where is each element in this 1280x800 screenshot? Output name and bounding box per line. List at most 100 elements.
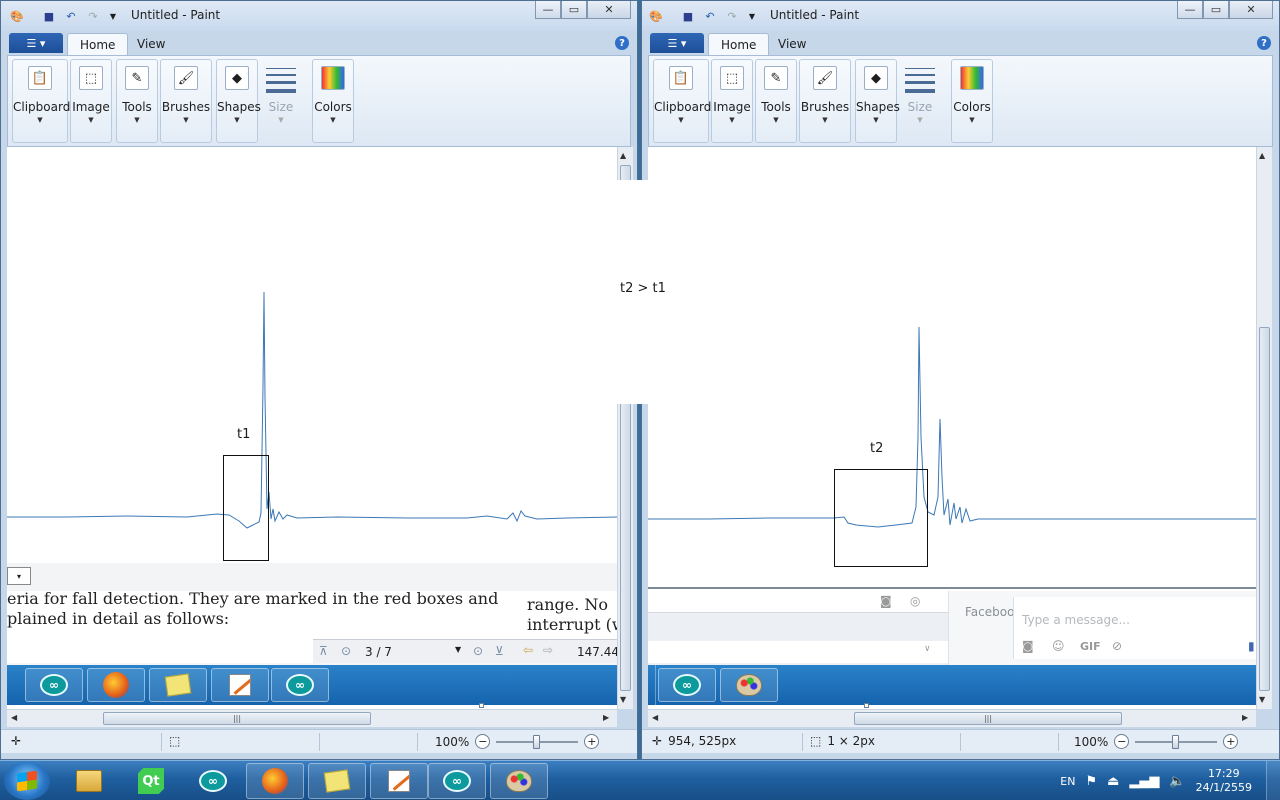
- colors-group[interactable]: Colors ▼: [951, 59, 993, 143]
- undo-icon[interactable]: ↶: [63, 9, 79, 23]
- window-controls: — ▭ ✕: [1177, 1, 1273, 19]
- scroll-thumb[interactable]: |||: [103, 712, 371, 725]
- left-canvas[interactable]: t1 ▾ eria for fall detection. They are m…: [7, 147, 617, 709]
- help-icon[interactable]: ?: [615, 36, 629, 50]
- zoom-slider[interactable]: [496, 734, 579, 749]
- sticky-notes-icon[interactable]: [308, 763, 366, 799]
- arduino-icon[interactable]: ∞: [184, 763, 242, 799]
- paint-app-icon[interactable]: [490, 763, 548, 799]
- network-icon[interactable]: ▂▄▆: [1129, 774, 1159, 789]
- size-group[interactable]: Size ▼: [260, 59, 302, 143]
- maximize-button[interactable]: ▭: [561, 1, 587, 19]
- shapes-group[interactable]: ◆ Shapes ▼: [855, 59, 900, 143]
- save-icon[interactable]: ■: [680, 9, 696, 23]
- size-icon: [905, 68, 935, 98]
- system-tray: EN ⚑ ⏏ ▂▄▆ 🔈 17:29 24/1/2559: [1060, 761, 1280, 800]
- shapes-group[interactable]: ◆ Shapes ▼: [216, 59, 261, 143]
- arduino-icon: ∞: [658, 668, 716, 702]
- size-group[interactable]: Size ▼: [899, 59, 941, 143]
- zoom-in-button[interactable]: +: [584, 734, 600, 749]
- right-canvas[interactable]: t2 ◙ ◎ ∨ Faceboo Type a message... ◙ ☺ G…: [648, 147, 1256, 709]
- right-horizontal-scrollbar[interactable]: ◀ ||| ▶: [648, 709, 1256, 727]
- brushes-group[interactable]: 🖌 Brushes ▼: [799, 59, 851, 143]
- redo-icon[interactable]: ↷: [85, 9, 101, 23]
- chat-composer: Type a message... ◙ ☺ GIF ⊘ ▮: [1013, 597, 1256, 659]
- zoom-level: 100%: [435, 734, 470, 749]
- paint-menu-button[interactable]: ☰ ▾: [650, 33, 704, 53]
- chevron-down-icon: ▼: [773, 116, 779, 124]
- scroll-up-icon[interactable]: ▲: [1259, 151, 1265, 160]
- left-horizontal-scrollbar[interactable]: ◀ ||| ▶: [7, 709, 617, 727]
- scroll-thumb[interactable]: [1259, 327, 1270, 691]
- quick-access-dropdown-icon[interactable]: ▼: [744, 9, 760, 23]
- start-button[interactable]: [4, 762, 50, 800]
- paint-app-icon[interactable]: 🎨: [9, 9, 25, 23]
- language-indicator[interactable]: EN: [1060, 775, 1075, 788]
- image-group[interactable]: ⬚ Image ▼: [711, 59, 753, 143]
- right-vertical-scrollbar[interactable]: ▲ ▼: [1256, 147, 1272, 709]
- scroll-right-icon[interactable]: ▶: [603, 713, 609, 722]
- redo-icon[interactable]: ↷: [724, 9, 740, 23]
- minimize-button[interactable]: —: [535, 1, 561, 19]
- grapher-icon[interactable]: [370, 763, 428, 799]
- close-button[interactable]: ✕: [587, 1, 631, 19]
- volume-icon[interactable]: 🔈: [1169, 774, 1185, 789]
- pasted-input: ◙ ◎: [648, 591, 948, 613]
- grapher-icon: [211, 668, 269, 702]
- tools-group[interactable]: ✎ Tools ▼: [116, 59, 158, 143]
- safely-remove-icon[interactable]: ⏏: [1107, 774, 1119, 789]
- tab-view[interactable]: View: [125, 33, 177, 55]
- chevron-down-icon: ▼: [278, 116, 284, 124]
- clipboard-group[interactable]: 📋 Clipboard ▼: [12, 59, 70, 143]
- paint-menu-button[interactable]: ☰ ▾: [9, 33, 63, 53]
- show-desktop-button[interactable]: [1266, 761, 1280, 800]
- arduino-icon: ∞: [25, 668, 83, 702]
- chevron-down-icon: ▼: [330, 116, 336, 124]
- paint-app-icon[interactable]: 🎨: [648, 9, 664, 23]
- quick-access-dropdown-icon[interactable]: ▼: [105, 9, 121, 23]
- pasted-pdf-viewer: ▾ eria for fall detection. They are mark…: [7, 563, 617, 665]
- tab-home[interactable]: Home: [708, 33, 770, 55]
- scroll-right-icon[interactable]: ▶: [1242, 713, 1248, 722]
- resize-handle[interactable]: [864, 703, 869, 708]
- image-group[interactable]: ⬚ Image ▼: [70, 59, 112, 143]
- pdf-text-line: range. No: [527, 595, 609, 614]
- tab-home[interactable]: Home: [67, 33, 129, 55]
- flag-icon[interactable]: ⚑: [1085, 774, 1097, 789]
- zoom-slider[interactable]: [1135, 734, 1218, 749]
- scroll-down-icon[interactable]: ▼: [1259, 695, 1265, 704]
- gif-button: GIF: [1080, 640, 1101, 653]
- close-button[interactable]: ✕: [1229, 1, 1273, 19]
- help-icon[interactable]: ?: [1257, 36, 1271, 50]
- camera-icon: ◙: [880, 594, 892, 608]
- scroll-left-icon[interactable]: ◀: [652, 713, 658, 722]
- zoom-in-button[interactable]: +: [1223, 734, 1239, 749]
- t2-label: t2: [870, 441, 884, 456]
- image-label: Image: [72, 100, 110, 114]
- scroll-left-icon[interactable]: ◀: [11, 713, 17, 722]
- save-icon[interactable]: ■: [41, 9, 57, 23]
- explorer-icon[interactable]: [60, 763, 118, 799]
- tools-group[interactable]: ✎ Tools ▼: [755, 59, 797, 143]
- brush-icon: 🖌: [813, 66, 837, 90]
- firefox-icon[interactable]: [246, 763, 304, 799]
- tab-view[interactable]: View: [766, 33, 818, 55]
- zoom-out-button[interactable]: −: [475, 734, 491, 749]
- scroll-down-icon[interactable]: ▼: [620, 695, 626, 704]
- brushes-group[interactable]: 🖌 Brushes ▼: [160, 59, 212, 143]
- resize-handle[interactable]: [479, 703, 484, 708]
- clipboard-group[interactable]: 📋 Clipboard ▼: [653, 59, 711, 143]
- chevron-down-icon: ▼: [455, 645, 462, 654]
- colors-group[interactable]: Colors ▼: [312, 59, 354, 143]
- undo-icon[interactable]: ↶: [702, 9, 718, 23]
- maximize-button[interactable]: ▭: [1203, 1, 1229, 19]
- scroll-thumb[interactable]: |||: [854, 712, 1122, 725]
- arduino-icon[interactable]: ∞: [428, 763, 486, 799]
- clock[interactable]: 17:29 24/1/2559: [1196, 767, 1252, 795]
- brushes-label: Brushes: [161, 100, 211, 114]
- qt-icon[interactable]: Qt: [122, 763, 180, 799]
- zoom-out-button[interactable]: −: [1114, 734, 1130, 749]
- minimize-button[interactable]: —: [1177, 1, 1203, 19]
- clipboard-icon: 📋: [28, 66, 52, 90]
- scroll-up-icon[interactable]: ▲: [620, 151, 626, 160]
